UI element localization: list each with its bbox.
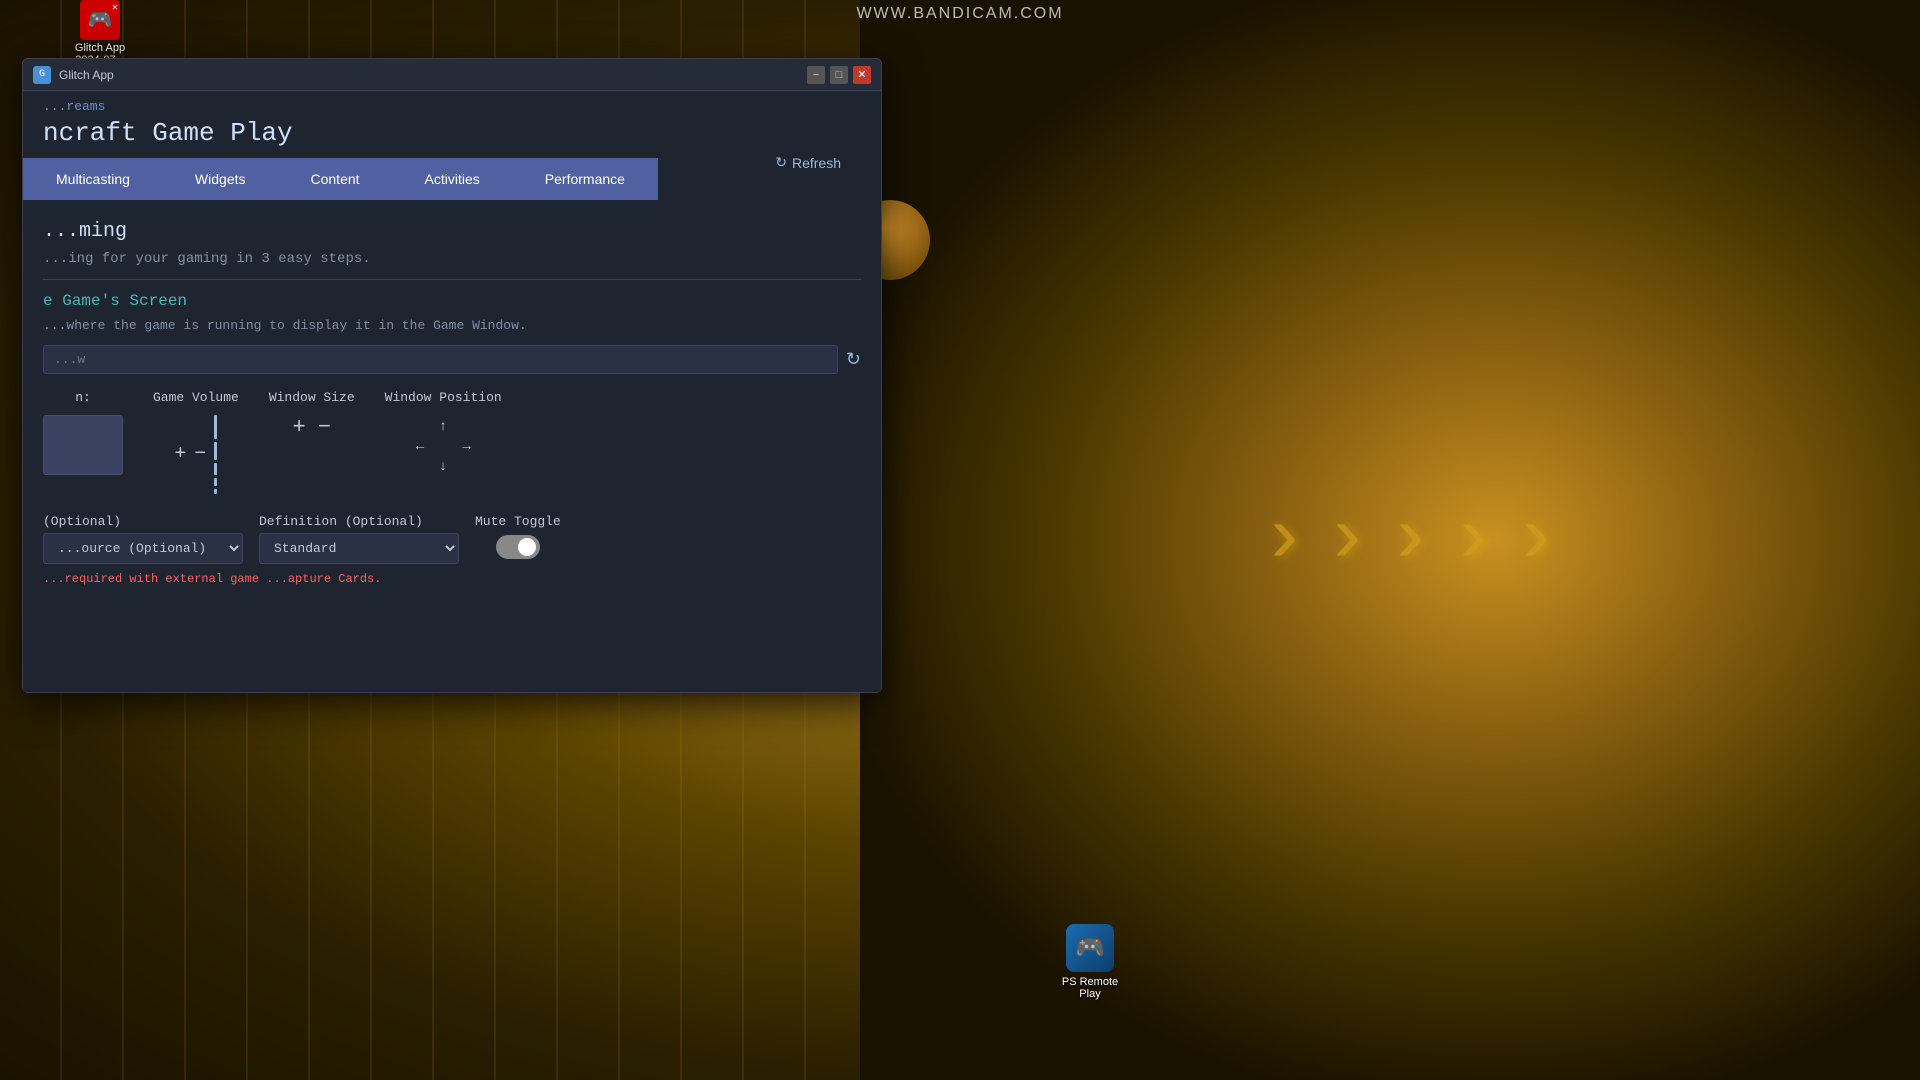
refresh-label: Refresh <box>792 155 841 171</box>
window-title: Glitch App <box>59 68 807 82</box>
desktop-icon-glitch[interactable]: 🎮 Glitch App 2024-07... <box>60 0 140 66</box>
breadcrumb: ...reams <box>43 99 861 114</box>
app-window: G Glitch App − □ ✕ ...reams ncraft Game … <box>22 58 882 693</box>
content-area: ...ming ...ing for your gaming in 3 easy… <box>23 200 881 692</box>
pos-right-button[interactable]: → <box>455 435 478 455</box>
glitch-app-icon: 🎮 <box>80 0 120 40</box>
arrow-chevron-2: › <box>1323 495 1371 586</box>
tab-widgets[interactable]: Widgets <box>162 158 278 200</box>
title-bar-controls: − □ ✕ <box>807 66 871 84</box>
arrow-chevron-1: › <box>1260 495 1308 586</box>
game-select-input[interactable] <box>43 345 838 374</box>
app-content: ...reams ncraft Game Play ↻ Refresh Mult… <box>23 91 881 692</box>
tab-multicasting[interactable]: Multicasting <box>23 158 162 200</box>
game-refresh-button[interactable]: ↻ <box>846 349 861 370</box>
close-button[interactable]: ✕ <box>853 66 871 84</box>
arrow-chevron-4: › <box>1449 495 1497 586</box>
game-screen-title: e Game's Screen <box>43 292 861 310</box>
ps-remote-play-icon: 🎮 <box>1066 924 1114 972</box>
page-title: ncraft Game Play <box>43 118 861 148</box>
pos-empty-bl <box>408 455 431 475</box>
vol-bar-line-5 <box>214 489 217 494</box>
section-title: ...ming <box>43 220 861 243</box>
vol-bar-line-2 <box>214 442 217 460</box>
size-label: Window Size <box>269 390 355 405</box>
volume-minus-button[interactable]: − <box>194 443 206 466</box>
vol-bar-line-1 <box>214 415 217 439</box>
controls-row: n: Game Volume + − <box>43 390 861 494</box>
app-preview-box <box>43 415 123 475</box>
arrow-chevron-5: › <box>1512 495 1560 586</box>
section-subtitle: ...ing for your gaming in 3 easy steps. <box>43 251 861 267</box>
tab-activities[interactable]: Activities <box>392 158 512 200</box>
volume-controls: + − <box>174 415 217 494</box>
desktop-icon-ps[interactable]: 🎮 PS Remote Play <box>1050 924 1130 1000</box>
definition-select[interactable]: Standard <box>259 533 459 564</box>
size-controls: + − <box>293 415 331 440</box>
definition-group: Definition (Optional) Standard <box>259 514 459 564</box>
mute-toggle-button[interactable] <box>496 535 540 559</box>
refresh-icon: ↻ <box>775 154 787 171</box>
volume-label: Game Volume <box>153 390 239 405</box>
position-group: Window Position ↑ ← → ↓ <box>385 390 502 475</box>
vol-bar-line-4 <box>214 478 217 486</box>
arrow-decorations: › › › › › <box>900 0 1920 1080</box>
arrow-chevron-3: › <box>1386 495 1434 586</box>
toggle-knob <box>518 538 536 556</box>
size-plus-button[interactable]: + <box>293 415 306 440</box>
size-group: Window Size + − <box>269 390 355 440</box>
tab-navigation: Multicasting Widgets Content Activities … <box>23 158 881 200</box>
game-dropdown-row: ↻ <box>43 345 861 374</box>
optional-label: (Optional) <box>43 514 243 529</box>
ps-remote-play-label: PS Remote Play <box>1050 976 1130 1000</box>
section-divider <box>43 279 861 280</box>
app-label: n: <box>75 390 91 405</box>
pos-left-button[interactable]: ← <box>408 435 431 455</box>
pos-empty-tl <box>408 415 431 435</box>
note-text: ...required with external game ...apture… <box>43 572 861 586</box>
pos-center <box>432 435 455 455</box>
source-select[interactable]: ...ource (Optional) <box>43 533 243 564</box>
game-screen-desc: ...where the game is running to display … <box>43 318 861 333</box>
vol-bar-line-3 <box>214 463 217 475</box>
refresh-button[interactable]: ↻ Refresh <box>775 154 841 171</box>
pos-empty-br <box>455 455 478 475</box>
optional-group: (Optional) ...ource (Optional) <box>43 514 243 564</box>
pos-down-button[interactable]: ↓ <box>432 455 455 475</box>
maximize-button[interactable]: □ <box>830 66 848 84</box>
optional-row: (Optional) ...ource (Optional) Definitio… <box>43 514 861 564</box>
app-preview-group: n: <box>43 390 123 475</box>
pos-up-button[interactable]: ↑ <box>432 415 455 435</box>
bandicam-watermark: WWW.BANDICAM.COM <box>856 5 1063 23</box>
mute-label: Mute Toggle <box>475 514 561 529</box>
pos-empty-tr <box>455 415 478 435</box>
tab-content[interactable]: Content <box>278 158 392 200</box>
title-bar: G Glitch App − □ ✕ <box>23 59 881 91</box>
position-label: Window Position <box>385 390 502 405</box>
top-area: ...reams ncraft Game Play <box>23 91 881 158</box>
app-icon: G <box>33 66 51 84</box>
definition-label: Definition (Optional) <box>259 514 459 529</box>
minimize-button[interactable]: − <box>807 66 825 84</box>
volume-bar <box>214 415 217 494</box>
mute-group: Mute Toggle <box>475 514 561 559</box>
tab-performance[interactable]: Performance <box>512 158 658 200</box>
volume-group: Game Volume + − <box>153 390 239 494</box>
volume-plus-button[interactable]: + <box>174 443 186 466</box>
position-controls: ↑ ← → ↓ <box>408 415 478 475</box>
size-minus-button[interactable]: − <box>318 415 331 440</box>
